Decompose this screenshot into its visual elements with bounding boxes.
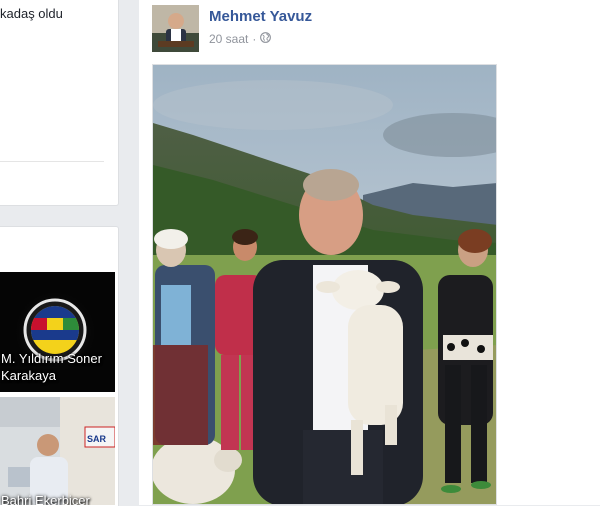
friend-tile-1[interactable]: M. Yıldırım Soner Karakaya — [0, 272, 115, 392]
meta-separator: · — [252, 32, 257, 46]
svg-text:SAR: SAR — [87, 434, 107, 444]
post-meta: 20 saat · — [209, 32, 272, 46]
post-timestamp[interactable]: 20 saat — [209, 32, 248, 46]
left-feed-card: kadaş oldu — [0, 0, 119, 206]
globe-icon[interactable] — [260, 32, 272, 46]
author-avatar[interactable] — [152, 5, 199, 52]
friend-tile-2[interactable]: SAR Bahri Ekerbiçer — [0, 397, 115, 505]
friend-name[interactable]: M. Yıldırım Soner Karakaya — [1, 350, 115, 384]
feed-snippet-text: kadaş oldu — [0, 6, 63, 21]
friend-photo: SAR — [0, 397, 115, 505]
post-author-name[interactable]: Mehmet Yavuz — [209, 8, 312, 25]
friend-name[interactable]: Bahri Ekerbiçer — [1, 492, 90, 505]
post-photo[interactable] — [152, 64, 497, 505]
card-divider — [0, 161, 104, 162]
